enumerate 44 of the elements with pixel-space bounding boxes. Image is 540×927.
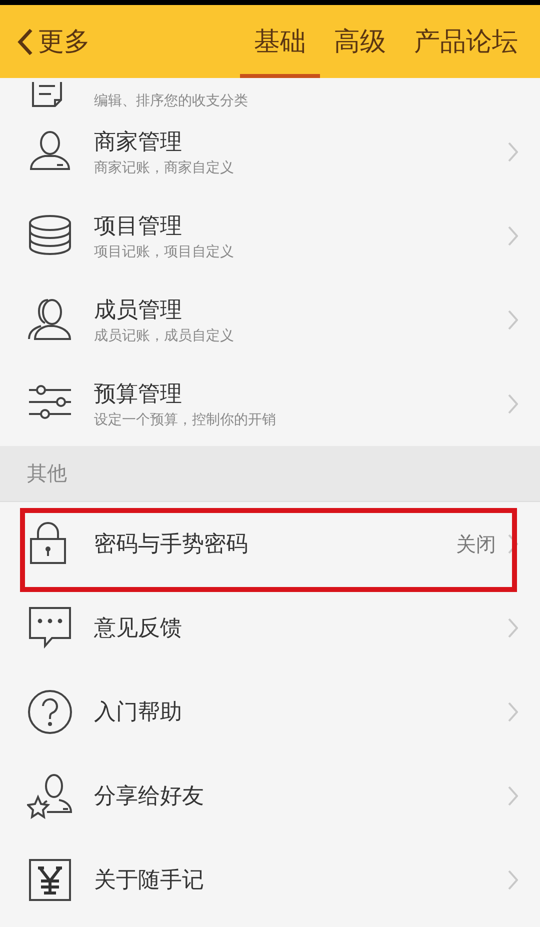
chevron-icon: [508, 394, 518, 414]
item-title: 预算管理: [94, 381, 183, 409]
section-title: 其他: [27, 460, 67, 487]
chevron-icon: [508, 618, 518, 638]
menu-row[interactable]: 商家管理 商家记账，商家自定义: [0, 110, 540, 194]
tab[interactable]: 高级: [320, 5, 400, 78]
tab[interactable]: 产品论坛: [400, 5, 518, 78]
chevron-icon: [508, 142, 518, 162]
menu-row[interactable]: 分享给好友: [0, 754, 540, 838]
item-subtitle: 商家记账，商家自定义: [94, 159, 235, 177]
help-icon: [27, 689, 73, 735]
people-icon: [27, 297, 73, 343]
menu-row[interactable]: 入门帮助: [0, 670, 540, 754]
back-icon: [16, 28, 34, 56]
menu-row[interactable]: 密码与手势密码 关闭: [0, 502, 540, 586]
item-subtitle: 项目记账，项目自定义: [94, 243, 235, 261]
item-title: 成员管理: [94, 297, 183, 325]
share-friend-icon: [27, 773, 73, 819]
menu-row[interactable]: 关于随手记: [0, 838, 540, 922]
menu-row[interactable]: 意见反馈: [0, 586, 540, 670]
status-value: 关闭: [456, 530, 496, 558]
chevron-icon: [508, 786, 518, 806]
back-button[interactable]: 更多: [16, 24, 90, 59]
chevron-icon: [508, 702, 518, 722]
chevron-icon: [508, 310, 518, 330]
menu-row[interactable]: 成员管理 成员记账，成员自定义: [0, 278, 540, 362]
item-title: 项目管理: [94, 213, 183, 241]
item-subtitle: 成员记账，成员自定义: [94, 327, 235, 345]
menu-row[interactable]: 预算管理 设定一个预算，控制你的开销: [0, 362, 540, 446]
item-title: 密码与手势密码: [94, 531, 249, 559]
item-subtitle: 编辑、排序您的收支分类: [94, 92, 249, 110]
yen-icon: [27, 857, 73, 903]
item-title: 商家管理: [94, 129, 183, 157]
menu-row[interactable]: 项目管理 项目记账，项目自定义: [0, 194, 540, 278]
chevron-icon: [508, 226, 518, 246]
chevron-icon: [508, 534, 518, 554]
item-title: 意见反馈: [94, 615, 183, 643]
item-title: 关于随手记: [94, 867, 205, 895]
item-subtitle: 设定一个预算，控制你的开销: [94, 411, 277, 429]
chevron-icon: [508, 870, 518, 890]
item-title: 入门帮助: [94, 699, 183, 727]
chat-icon: [27, 605, 73, 651]
tab[interactable]: 基础: [240, 5, 320, 78]
item-title: 分享给好友: [94, 783, 205, 811]
